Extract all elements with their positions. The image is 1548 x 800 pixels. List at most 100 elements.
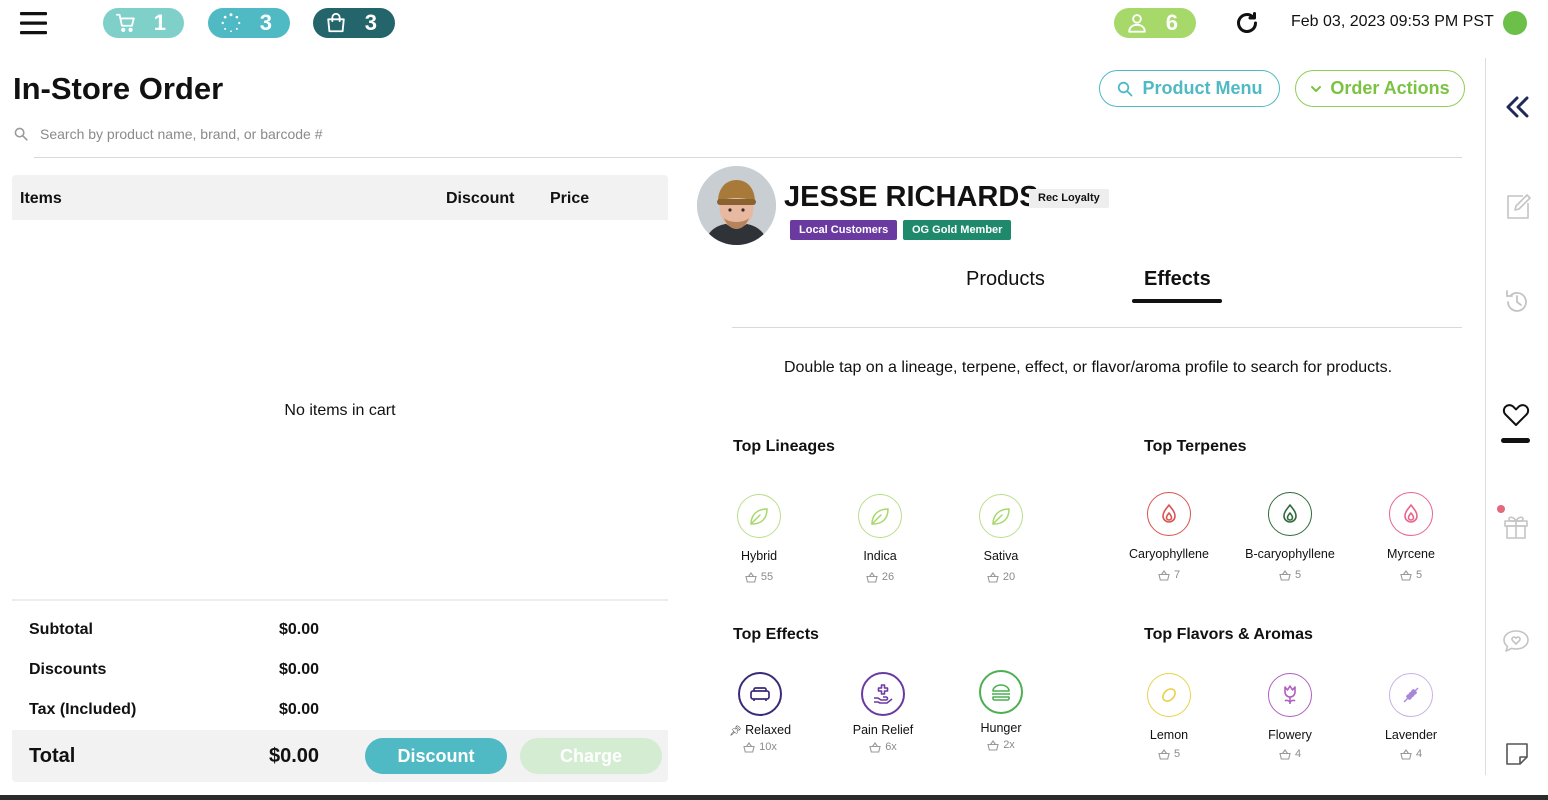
tax-value: $0.00 bbox=[279, 701, 320, 718]
leaf-icon bbox=[737, 494, 781, 538]
pin-icon: 📌︎ bbox=[728, 726, 742, 737]
total-label: Total bbox=[29, 745, 76, 767]
cart-orders-pill[interactable]: 1 bbox=[103, 8, 184, 38]
basket-icon bbox=[987, 739, 999, 751]
customer-tag-local: Local Customers bbox=[790, 220, 898, 240]
terpene-count: 5 bbox=[1230, 569, 1350, 581]
tabs-divider bbox=[732, 327, 1462, 328]
basket-icon bbox=[1400, 748, 1412, 760]
tab-effects[interactable]: Effects bbox=[1144, 268, 1211, 291]
top-bar: 1 3 3 6 Feb 03, 2023 09:53 PM PST bbox=[0, 0, 1548, 46]
history-icon[interactable] bbox=[1502, 287, 1532, 317]
effect-count: 10x bbox=[700, 741, 820, 753]
drop-icon bbox=[1389, 492, 1433, 536]
chat-heart-icon[interactable] bbox=[1501, 626, 1531, 656]
order-actions-label: Order Actions bbox=[1330, 78, 1450, 98]
loyalty-badge: Rec Loyalty bbox=[1029, 189, 1109, 208]
lineage-count-value: 20 bbox=[1002, 571, 1016, 583]
lineage-count: 26 bbox=[820, 571, 940, 583]
flavor-count: 4 bbox=[1230, 748, 1350, 760]
total-value: $0.00 bbox=[269, 745, 320, 767]
top-terpenes-title: Top Terpenes bbox=[1144, 438, 1247, 455]
shopping-bag-icon bbox=[325, 12, 347, 34]
tax-row: Tax (Included) $0.00 bbox=[29, 701, 349, 719]
flavor-count-value: 4 bbox=[1294, 748, 1302, 760]
lineage-label: Hybrid bbox=[740, 549, 778, 563]
terpene-count-value: 5 bbox=[1415, 569, 1423, 581]
edit-note-icon[interactable] bbox=[1503, 192, 1533, 222]
effect-count: 6x bbox=[823, 741, 943, 753]
page-title: In-Store Order bbox=[13, 71, 224, 106]
customers-pill[interactable]: 6 bbox=[1114, 8, 1196, 38]
basket-icon bbox=[743, 741, 755, 753]
basket-icon bbox=[987, 571, 999, 583]
terpene-caryophyllene[interactable]: Caryophyllene 7 bbox=[1109, 492, 1229, 581]
search-icon bbox=[14, 127, 28, 141]
product-menu-label: Product Menu bbox=[1142, 78, 1263, 98]
collapse-chevrons-icon[interactable] bbox=[1503, 92, 1533, 122]
couch-icon bbox=[738, 672, 782, 716]
terpene-label: Caryophyllene bbox=[1129, 547, 1209, 561]
effect-relaxed[interactable]: 📌︎ Relaxed 10x bbox=[700, 672, 820, 753]
lineage-hybrid[interactable]: Hybrid 55 bbox=[699, 494, 819, 583]
menu-icon[interactable] bbox=[20, 11, 47, 35]
terpene-count: 7 bbox=[1109, 569, 1229, 581]
discounts-row: Discounts $0.00 bbox=[29, 661, 349, 679]
terpene-count: 5 bbox=[1351, 569, 1471, 581]
basket-icon bbox=[1400, 569, 1412, 581]
effect-count-value: 10x bbox=[759, 741, 777, 753]
lineage-label: Indica bbox=[863, 549, 897, 563]
top-flavors-title: Top Flavors & Aromas bbox=[1144, 626, 1313, 643]
refresh-icon[interactable] bbox=[1234, 10, 1260, 36]
lineage-label: Sativa bbox=[983, 549, 1019, 563]
subtotal-row: Subtotal $0.00 bbox=[29, 621, 349, 639]
customer-name: JESSE RICHARDS bbox=[784, 181, 1039, 213]
lineage-count: 20 bbox=[941, 571, 1061, 583]
right-rail-divider bbox=[1485, 58, 1486, 775]
bag-orders-pill[interactable]: 3 bbox=[313, 8, 395, 38]
terpene-myrcene[interactable]: Myrcene 5 bbox=[1351, 492, 1471, 581]
customer-tag-gold: OG Gold Member bbox=[903, 220, 1012, 240]
tax-label: Tax (Included) bbox=[29, 701, 137, 718]
cart-table-header: Items Discount Price bbox=[12, 175, 668, 220]
flavor-label: Lavender bbox=[1384, 728, 1438, 742]
tab-products[interactable]: Products bbox=[966, 268, 1045, 291]
gift-icon[interactable] bbox=[1501, 511, 1531, 541]
discounts-label: Discounts bbox=[29, 661, 107, 678]
top-effects-title: Top Effects bbox=[733, 626, 819, 643]
effect-hunger[interactable]: Hunger 2x bbox=[941, 670, 1061, 751]
terpene-count-value: 5 bbox=[1294, 569, 1302, 581]
lavender-icon bbox=[1389, 673, 1433, 717]
flavor-lemon[interactable]: Lemon 5 bbox=[1109, 673, 1229, 760]
active-rail-indicator bbox=[1501, 438, 1530, 443]
loading-icon bbox=[220, 12, 242, 34]
product-search-input[interactable] bbox=[40, 124, 460, 144]
pending-orders-pill[interactable]: 3 bbox=[208, 8, 290, 38]
flavor-lavender[interactable]: Lavender 4 bbox=[1351, 673, 1471, 760]
lineage-indica[interactable]: Indica 26 bbox=[820, 494, 940, 583]
order-actions-button[interactable]: Order Actions bbox=[1295, 70, 1465, 107]
basket-icon bbox=[1279, 569, 1291, 581]
terpene-label: Myrcene bbox=[1387, 547, 1435, 561]
terpene-label: B-caryophyllene bbox=[1245, 547, 1335, 561]
heart-icon[interactable] bbox=[1501, 400, 1531, 430]
lineage-sativa[interactable]: Sativa 20 bbox=[941, 494, 1061, 583]
burger-icon bbox=[979, 670, 1023, 714]
effects-instructions: Double tap on a lineage, terpene, effect… bbox=[783, 359, 1393, 376]
subtotal-label: Subtotal bbox=[29, 621, 93, 638]
sticky-note-icon[interactable] bbox=[1502, 739, 1532, 769]
items-column-header: Items bbox=[20, 190, 62, 207]
effect-pain-relief[interactable]: Pain Relief 6x bbox=[823, 672, 943, 753]
tulip-icon bbox=[1268, 673, 1312, 717]
header-divider bbox=[34, 157, 1462, 158]
subtotal-value: $0.00 bbox=[279, 621, 320, 638]
cart-panel: Items Discount Price No items in cart Su… bbox=[12, 175, 668, 782]
product-menu-button[interactable]: Product Menu bbox=[1099, 70, 1280, 107]
discount-button[interactable]: Discount bbox=[365, 738, 507, 774]
terpene-b-caryophyllene[interactable]: B-caryophyllene 5 bbox=[1230, 492, 1350, 581]
flavor-flowery[interactable]: Flowery 4 bbox=[1230, 673, 1350, 760]
flavor-count-value: 4 bbox=[1415, 748, 1423, 760]
effect-count-value: 6x bbox=[885, 741, 897, 753]
effect-label: 📌︎ Relaxed bbox=[700, 723, 820, 737]
charge-button[interactable]: Charge bbox=[520, 738, 662, 774]
